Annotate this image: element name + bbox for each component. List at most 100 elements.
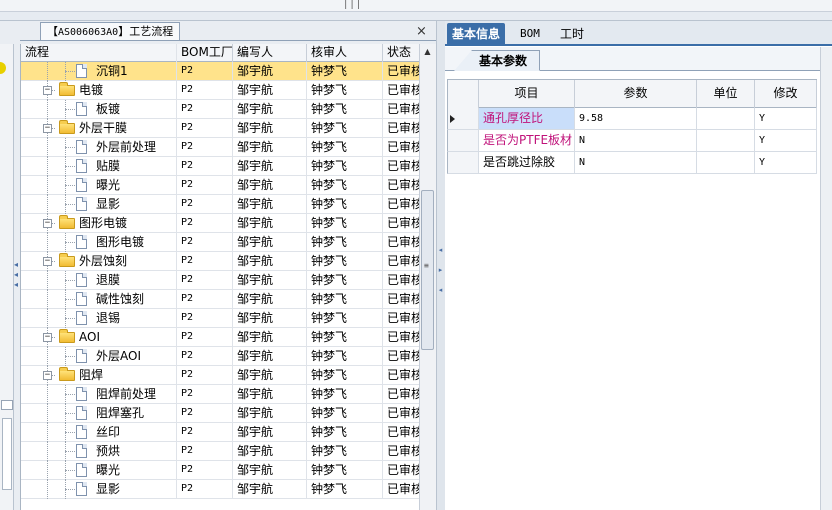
- tree-cell-reviewer[interactable]: 钟梦飞: [307, 100, 383, 119]
- tree-cell-bom[interactable]: P2: [177, 233, 233, 252]
- tree-cell-flow[interactable]: 显影: [21, 480, 177, 499]
- param-cell-unit[interactable]: [697, 152, 755, 173]
- tree-cell-flow[interactable]: 退膜: [21, 271, 177, 290]
- param-cell-value[interactable]: 9.58: [575, 108, 697, 129]
- tree-cell-reviewer[interactable]: 钟梦飞: [307, 385, 383, 404]
- tree-cell-bom[interactable]: P2: [177, 157, 233, 176]
- tree-cell-bom[interactable]: P2: [177, 138, 233, 157]
- tree-cell-status[interactable]: 已审核: [383, 366, 419, 385]
- tree-row[interactable]: − AOI P2邹宇航钟梦飞已审核: [21, 328, 419, 347]
- tree-cell-reviewer[interactable]: 钟梦飞: [307, 328, 383, 347]
- tree-row[interactable]: 曝光 P2邹宇航钟梦飞已审核: [21, 461, 419, 480]
- tree-cell-reviewer[interactable]: 钟梦飞: [307, 461, 383, 480]
- collapse-toggle-icon[interactable]: −: [43, 86, 52, 95]
- param-cell-unit[interactable]: [697, 130, 755, 151]
- tree-cell-writer[interactable]: 邹宇航: [233, 480, 307, 499]
- tree-cell-writer[interactable]: 邹宇航: [233, 366, 307, 385]
- tree-cell-flow[interactable]: − 阻焊: [21, 366, 177, 385]
- tab-work-hours[interactable]: 工时: [555, 23, 589, 46]
- scroll-up-arrow-icon[interactable]: ▲: [419, 47, 436, 59]
- tree-cell-bom[interactable]: P2: [177, 461, 233, 480]
- tree-row[interactable]: − 电镀 P2邹宇航钟梦飞已审核: [21, 81, 419, 100]
- tree-cell-writer[interactable]: 邹宇航: [233, 100, 307, 119]
- tree-cell-status[interactable]: 已审核: [383, 119, 419, 138]
- tree-row[interactable]: − 外层干膜 P2邹宇航钟梦飞已审核: [21, 119, 419, 138]
- tree-cell-flow[interactable]: − 外层干膜: [21, 119, 177, 138]
- tree-cell-flow[interactable]: 曝光: [21, 176, 177, 195]
- column-header-reviewer[interactable]: 核审人: [307, 44, 383, 62]
- tree-cell-flow[interactable]: − AOI: [21, 328, 177, 347]
- column-header-param[interactable]: 参数: [575, 80, 697, 108]
- tree-row[interactable]: − 外层蚀刻 P2邹宇航钟梦飞已审核: [21, 252, 419, 271]
- tree-cell-bom[interactable]: P2: [177, 100, 233, 119]
- tree-cell-flow[interactable]: 外层前处理: [21, 138, 177, 157]
- param-row[interactable]: 是否为PTFE板材 N Y: [447, 130, 817, 152]
- tree-cell-bom[interactable]: P2: [177, 328, 233, 347]
- tree-cell-bom[interactable]: P2: [177, 214, 233, 233]
- collapse-toggle-icon[interactable]: −: [43, 371, 52, 380]
- tree-cell-flow[interactable]: 碱性蚀刻: [21, 290, 177, 309]
- tree-row[interactable]: 曝光 P2邹宇航钟梦飞已审核: [21, 176, 419, 195]
- tree-cell-status[interactable]: 已审核: [383, 385, 419, 404]
- tree-cell-flow[interactable]: 板镀: [21, 100, 177, 119]
- tree-cell-status[interactable]: 已审核: [383, 252, 419, 271]
- row-indicator[interactable]: [448, 130, 479, 151]
- splitter-arrows-icon[interactable]: ◂ ▸ ◂: [437, 240, 444, 300]
- column-header-modify[interactable]: 修改: [755, 80, 817, 108]
- tree-row[interactable]: 外层前处理 P2邹宇航钟梦飞已审核: [21, 138, 419, 157]
- tree-cell-writer[interactable]: 邹宇航: [233, 157, 307, 176]
- tree-cell-writer[interactable]: 邹宇航: [233, 290, 307, 309]
- tree-cell-reviewer[interactable]: 钟梦飞: [307, 252, 383, 271]
- tab-close-icon[interactable]: ×: [416, 24, 427, 39]
- process-tree-grid[interactable]: 流程 BOM工厂 编写人 核审人 状态 沉铜1P2邹宇航钟梦飞已审核−电镀P2邹…: [20, 44, 419, 510]
- tree-cell-status[interactable]: 已审核: [383, 157, 419, 176]
- tree-cell-status[interactable]: 已审核: [383, 442, 419, 461]
- row-indicator[interactable]: [448, 152, 479, 173]
- tree-cell-status[interactable]: 已审核: [383, 81, 419, 100]
- tree-row[interactable]: 显影 P2邹宇航钟梦飞已审核: [21, 480, 419, 499]
- param-cell-item[interactable]: 是否为PTFE板材: [479, 130, 575, 151]
- column-header-unit[interactable]: 单位: [697, 80, 755, 108]
- tree-cell-flow[interactable]: 预烘: [21, 442, 177, 461]
- tree-cell-status[interactable]: 已审核: [383, 138, 419, 157]
- param-row[interactable]: 是否跳过除胶 N Y: [447, 152, 817, 174]
- tree-cell-status[interactable]: 已审核: [383, 214, 419, 233]
- tree-cell-flow[interactable]: − 图形电镀: [21, 214, 177, 233]
- tree-cell-flow[interactable]: 阻焊前处理: [21, 385, 177, 404]
- tree-row[interactable]: 碱性蚀刻 P2邹宇航钟梦飞已审核: [21, 290, 419, 309]
- tree-cell-writer[interactable]: 邹宇航: [233, 442, 307, 461]
- tree-row[interactable]: 退锡 P2邹宇航钟梦飞已审核: [21, 309, 419, 328]
- tree-cell-writer[interactable]: 邹宇航: [233, 252, 307, 271]
- tree-cell-status[interactable]: 已审核: [383, 480, 419, 499]
- tree-cell-status[interactable]: 已审核: [383, 176, 419, 195]
- tree-cell-status[interactable]: 已审核: [383, 404, 419, 423]
- tree-cell-flow[interactable]: − 电镀: [21, 81, 177, 100]
- tree-cell-reviewer[interactable]: 钟梦飞: [307, 404, 383, 423]
- tree-cell-bom[interactable]: P2: [177, 347, 233, 366]
- tree-cell-reviewer[interactable]: 钟梦飞: [307, 138, 383, 157]
- tree-cell-reviewer[interactable]: 钟梦飞: [307, 309, 383, 328]
- tree-cell-status[interactable]: 已审核: [383, 347, 419, 366]
- tree-cell-bom[interactable]: P2: [177, 442, 233, 461]
- tree-row[interactable]: 丝印 P2邹宇航钟梦飞已审核: [21, 423, 419, 442]
- tree-cell-flow[interactable]: 外层AOI: [21, 347, 177, 366]
- tree-cell-status[interactable]: 已审核: [383, 271, 419, 290]
- collapse-toggle-icon[interactable]: −: [43, 124, 52, 133]
- tree-cell-status[interactable]: 已审核: [383, 423, 419, 442]
- tree-cell-reviewer[interactable]: 钟梦飞: [307, 176, 383, 195]
- tree-row[interactable]: 沉铜1 P2邹宇航钟梦飞已审核: [21, 62, 419, 81]
- tree-cell-bom[interactable]: P2: [177, 480, 233, 499]
- tree-cell-reviewer[interactable]: 钟梦飞: [307, 366, 383, 385]
- tree-cell-flow[interactable]: 阻焊塞孔: [21, 404, 177, 423]
- tree-cell-reviewer[interactable]: 钟梦飞: [307, 423, 383, 442]
- tree-cell-status[interactable]: 已审核: [383, 328, 419, 347]
- param-cell-item[interactable]: 通孔厚径比: [479, 108, 575, 129]
- tree-cell-reviewer[interactable]: 钟梦飞: [307, 347, 383, 366]
- tree-row[interactable]: 贴膜 P2邹宇航钟梦飞已审核: [21, 157, 419, 176]
- scroll-thumb[interactable]: [421, 190, 434, 350]
- tree-cell-bom[interactable]: P2: [177, 252, 233, 271]
- tree-cell-bom[interactable]: P2: [177, 385, 233, 404]
- tree-cell-writer[interactable]: 邹宇航: [233, 62, 307, 81]
- tree-cell-bom[interactable]: P2: [177, 290, 233, 309]
- tree-cell-writer[interactable]: 邹宇航: [233, 404, 307, 423]
